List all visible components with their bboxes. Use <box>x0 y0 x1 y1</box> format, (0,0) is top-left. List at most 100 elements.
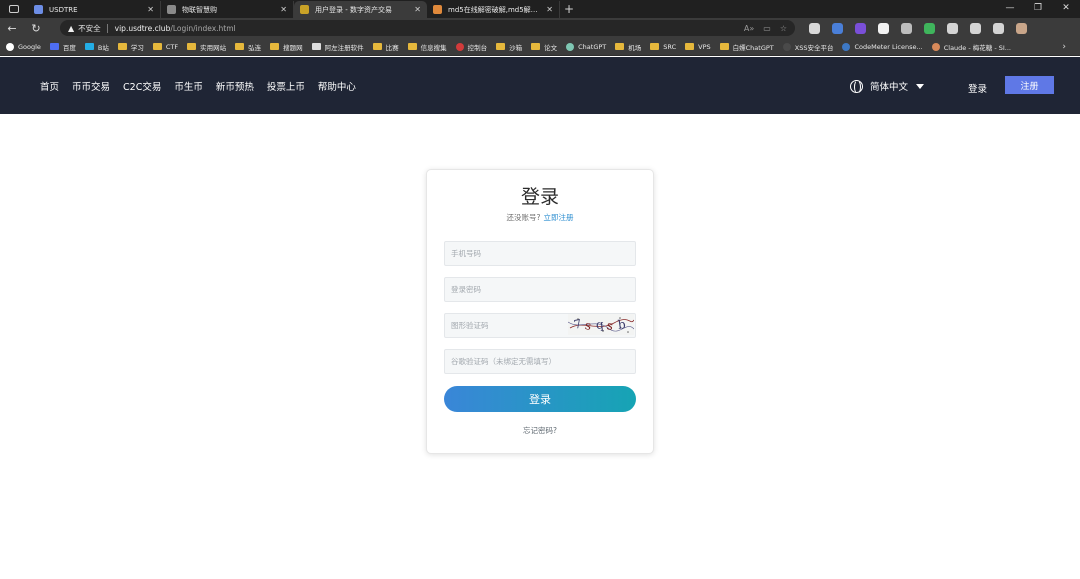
reader-view-icon[interactable]: ▭ <box>763 24 771 33</box>
password-input[interactable] <box>444 277 636 302</box>
tab-title: USDTRE <box>49 5 78 14</box>
nav-home[interactable]: 首页 <box>40 79 59 93</box>
folder-icon <box>117 43 127 50</box>
folder-icon <box>531 43 541 50</box>
folder-icon <box>650 43 660 50</box>
bookmarks-overflow-button[interactable]: › <box>1062 42 1066 52</box>
bookmark-label: 百度 <box>62 43 76 52</box>
browser-tab[interactable]: USDTRE ✕ <box>28 1 161 18</box>
bookmark-item[interactable]: 机场 <box>615 42 641 52</box>
extension-icon[interactable] <box>878 22 889 34</box>
bookmark-item[interactable]: XSS安全平台 <box>782 42 833 52</box>
extension-icon[interactable] <box>855 22 866 34</box>
bookmark-item[interactable]: 论文 <box>531 42 557 52</box>
maximize-button[interactable]: ❐ <box>1024 0 1052 18</box>
extension-icon[interactable] <box>1016 22 1027 34</box>
login-submit-button[interactable]: 登录 <box>444 386 636 412</box>
favorite-star-icon[interactable]: ☆ <box>780 24 787 33</box>
nav-new-coin-preview[interactable]: 新币预热 <box>216 79 254 93</box>
bookmark-item[interactable]: 弘连 <box>235 42 261 52</box>
tab-close-icon[interactable]: ✕ <box>414 5 421 14</box>
security-label[interactable]: 不安全 <box>78 23 101 34</box>
extension-icon[interactable] <box>924 22 935 34</box>
tab-close-icon[interactable]: ✕ <box>147 5 154 14</box>
bookmark-item[interactable]: 实用网站 <box>187 42 226 52</box>
extensions-bar <box>809 22 1027 34</box>
captcha-graphic: 7sqsb <box>568 317 634 333</box>
nav-help-center[interactable]: 帮助中心 <box>318 79 356 93</box>
extension-icon[interactable] <box>970 22 981 34</box>
back-button[interactable]: ← <box>0 22 24 35</box>
tab-strip: USDTRE ✕ 物联智慧购 ✕ 用户登录 - 数字资产交易 ✕ md5在线解密破解,md5… <box>28 1 560 18</box>
bookmark-item[interactable]: VPS <box>685 43 711 51</box>
browser-tab[interactable]: 物联智慧购 ✕ <box>161 1 294 18</box>
bookmark-label: 控制台 <box>467 43 488 52</box>
folder-icon <box>615 43 625 50</box>
language-label: 简体中文 <box>870 82 909 93</box>
window-controls: — ❐ ✕ <box>996 0 1080 18</box>
tab-close-icon[interactable]: ✕ <box>546 5 553 14</box>
captcha-image[interactable]: 7sqsb <box>568 314 634 335</box>
language-selector[interactable]: 简体中文 <box>850 79 925 94</box>
site-header: 首页 币币交易 C2C交易 币生币 新币预热 投票上币 帮助中心 简体中文 登录 <box>0 57 1080 114</box>
bookmark-item[interactable]: 百度 <box>49 42 76 52</box>
bookmark-item[interactable]: 比赛 <box>372 42 399 52</box>
bookmark-item[interactable]: SRC <box>650 43 676 51</box>
main-nav: 首页 币币交易 C2C交易 币生币 新币预热 投票上币 帮助中心 <box>40 57 356 114</box>
bookmark-item[interactable]: 搜题网 <box>270 42 303 52</box>
no-account-text: 还没账号? <box>506 213 541 222</box>
browser-tab[interactable]: 用户登录 - 数字资产交易 ✕ <box>294 1 427 18</box>
google-icon <box>6 42 14 51</box>
bookmark-item[interactable]: 学习 <box>117 42 144 52</box>
bookmark-item[interactable]: 白嫖ChatGPT <box>719 42 774 52</box>
tab-close-icon[interactable]: ✕ <box>280 5 287 14</box>
tab-title: 物联智慧购 <box>182 5 217 14</box>
bookmark-label: 阿左注册软件 <box>324 43 364 52</box>
browser-tab[interactable]: md5在线解密破解,md5解密加密 ✕ <box>427 1 560 18</box>
bookmark-item[interactable]: B站 <box>84 42 109 52</box>
bookmark-label: 实用网站 <box>200 43 227 52</box>
bookmark-item[interactable]: ChatGPT <box>566 42 606 51</box>
warning-icon: ▲ <box>68 23 75 33</box>
close-window-button[interactable]: ✕ <box>1052 0 1080 18</box>
refresh-button[interactable]: ↻ <box>24 22 48 35</box>
minimize-button[interactable]: — <box>996 0 1024 18</box>
folder-icon <box>407 43 417 50</box>
captcha-char: s <box>584 318 592 333</box>
nav-staking[interactable]: 币生币 <box>174 79 203 93</box>
bookmark-item[interactable]: 沙箱 <box>496 42 522 52</box>
extension-icon[interactable] <box>832 22 843 34</box>
folder-icon <box>685 43 695 50</box>
extension-icon[interactable] <box>993 22 1004 34</box>
header-register-button[interactable]: 注册 <box>1005 76 1054 94</box>
new-tab-button[interactable]: + <box>560 1 578 18</box>
phone-input[interactable] <box>444 241 636 266</box>
address-bar[interactable]: ▲ 不安全 vip.usdtre.club /Login/index.html … <box>60 20 795 36</box>
extension-icon[interactable] <box>947 22 958 34</box>
bookmark-item[interactable]: 阿左注册软件 <box>311 42 364 52</box>
nav-spot-trading[interactable]: 币币交易 <box>72 79 110 93</box>
tab-title: 用户登录 - 数字资产交易 <box>315 5 392 14</box>
extension-icon[interactable] <box>809 22 820 34</box>
read-aloud-icon[interactable]: A» <box>744 24 754 33</box>
bookmark-item[interactable]: 控制台 <box>455 42 488 52</box>
bookmark-item[interactable]: Google <box>6 42 41 51</box>
nav-c2c-trading[interactable]: C2C交易 <box>123 79 161 93</box>
bookmark-label: 论文 <box>544 43 558 52</box>
url-host: vip.usdtre.club <box>114 23 171 33</box>
nav-vote-listing[interactable]: 投票上币 <box>267 79 305 93</box>
bookmark-item[interactable]: 信息搜集 <box>407 42 447 52</box>
header-login-link[interactable]: 登录 <box>968 81 987 95</box>
tab-actions-icon <box>9 5 19 13</box>
bookmark-item[interactable]: CTF <box>152 43 178 51</box>
login-title: 登录 <box>520 186 559 208</box>
register-link[interactable]: 立即注册 <box>543 213 573 222</box>
captcha-text: 7sqsb <box>573 317 627 333</box>
bookmark-item[interactable]: Claude - 梅花糖 - SI... <box>931 42 1011 52</box>
bookmark-item[interactable]: CodeMeter License... <box>842 42 923 51</box>
bookmark-label: 机场 <box>628 43 642 52</box>
forgot-password-link[interactable]: 忘记密码? <box>427 425 653 436</box>
google-code-input[interactable] <box>444 349 636 374</box>
extension-icon[interactable] <box>901 22 912 34</box>
tab-actions-button[interactable] <box>0 0 28 18</box>
